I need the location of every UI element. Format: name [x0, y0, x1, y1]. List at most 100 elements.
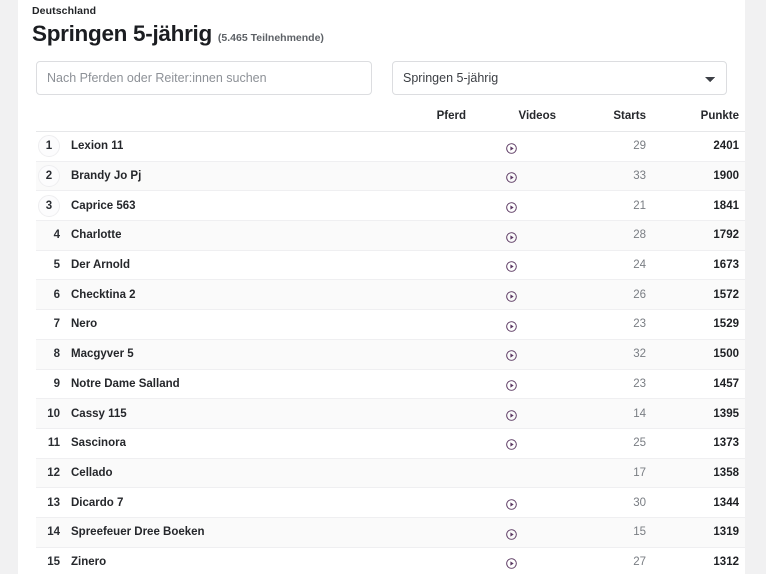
- rank-badge: 13: [36, 492, 62, 514]
- table-header-row: Pferd Videos Starts Punkte: [36, 110, 745, 132]
- horse-name[interactable]: Nero: [71, 318, 97, 330]
- cell-starts: 15: [556, 517, 654, 547]
- horse-cell-content: 9 Notre Dame Salland: [36, 373, 466, 395]
- horse-cell-content: 10 Cassy 115: [36, 403, 466, 425]
- cell-starts: 23: [556, 369, 654, 399]
- cell-starts: 27: [556, 547, 654, 574]
- play-circle-icon[interactable]: [506, 141, 517, 152]
- cell-starts: 30: [556, 488, 654, 518]
- horse-cell-content: 3Caprice 563: [36, 195, 466, 217]
- horse-cell-content: 8 Macgyver 5: [36, 343, 466, 365]
- discipline-select[interactable]: Springen 5-jährig: [392, 61, 727, 95]
- search-input[interactable]: [36, 61, 372, 95]
- horse-name[interactable]: Brandy Jo Pj: [71, 170, 141, 182]
- cell-video: [466, 369, 556, 399]
- cell-video: [466, 517, 556, 547]
- horse-name[interactable]: Macgyver 5: [71, 348, 134, 360]
- table-row[interactable]: 4Charlotte281792: [36, 221, 745, 251]
- column-header-starts[interactable]: Starts: [556, 110, 654, 132]
- cell-punkte: 1529: [654, 310, 745, 340]
- table-row[interactable]: 3Caprice 563211841: [36, 191, 745, 221]
- horse-name[interactable]: Cassy 115: [71, 408, 127, 420]
- table-body: 1Lexion 112924012Brandy Jo Pj3319003Capr…: [36, 132, 745, 574]
- cell-horse: 7Nero: [36, 310, 466, 340]
- cell-punkte: 1792: [654, 221, 745, 251]
- play-circle-icon[interactable]: [506, 527, 517, 538]
- cell-video: [466, 132, 556, 162]
- cell-horse: 5Der Arnold: [36, 250, 466, 280]
- horse-name[interactable]: Der Arnold: [71, 259, 130, 271]
- table-row[interactable]: 9Notre Dame Salland231457: [36, 369, 745, 399]
- ranking-table-area: Pferd Videos Starts Punkte 1Lexion 11292…: [18, 110, 745, 574]
- rank-badge: 9: [36, 373, 62, 395]
- horse-name[interactable]: Notre Dame Salland: [71, 378, 180, 390]
- play-circle-icon[interactable]: [506, 348, 517, 359]
- cell-starts: 24: [556, 250, 654, 280]
- content-card: Deutschland Springen 5-jährig (5.465 Tei…: [18, 0, 745, 574]
- table-row[interactable]: 2Brandy Jo Pj331900: [36, 161, 745, 191]
- horse-name[interactable]: Zinero: [71, 556, 106, 568]
- cell-starts: 17: [556, 458, 654, 488]
- column-header-pferd[interactable]: Pferd: [36, 110, 466, 132]
- horse-name[interactable]: Dicardo 7: [71, 497, 123, 509]
- play-circle-icon[interactable]: [506, 556, 517, 567]
- play-circle-icon[interactable]: [506, 230, 517, 241]
- table-row[interactable]: 1Lexion 11292401: [36, 132, 745, 162]
- cell-starts: 32: [556, 339, 654, 369]
- table-head: Pferd Videos Starts Punkte: [36, 110, 745, 132]
- horse-name[interactable]: Lexion 11: [71, 140, 123, 152]
- horse-cell-content: 5Der Arnold: [36, 254, 466, 276]
- cell-horse: 9 Notre Dame Salland: [36, 369, 466, 399]
- horse-cell-content: 13 Dicardo 7: [36, 492, 466, 514]
- play-circle-icon[interactable]: [506, 319, 517, 330]
- cell-horse: 1Lexion 11: [36, 132, 466, 162]
- column-header-videos[interactable]: Videos: [466, 110, 556, 132]
- table-row[interactable]: 14Spreefeuer Dree Boeken151319: [36, 517, 745, 547]
- discipline-select-wrapper: Springen 5-jährig: [392, 61, 727, 95]
- cell-horse: 2Brandy Jo Pj: [36, 161, 466, 191]
- controls-bar: Springen 5-jährig: [18, 47, 745, 95]
- play-circle-icon[interactable]: [506, 437, 517, 448]
- horse-name[interactable]: Caprice 563: [71, 200, 136, 212]
- ranking-table: Pferd Videos Starts Punkte 1Lexion 11292…: [36, 110, 745, 574]
- cell-starts: 25: [556, 428, 654, 458]
- rank-badge: 10: [36, 403, 62, 425]
- play-circle-icon[interactable]: [506, 378, 517, 389]
- play-circle-icon[interactable]: [506, 289, 517, 300]
- table-row[interactable]: 13 Dicardo 7 301344: [36, 488, 745, 518]
- play-circle-icon[interactable]: [506, 497, 517, 508]
- rank-badge: 8: [36, 343, 62, 365]
- cell-punkte: 1344: [654, 488, 745, 518]
- table-row[interactable]: 7Nero 231529: [36, 310, 745, 340]
- rank-badge: 14: [36, 521, 62, 543]
- cell-punkte: 1673: [654, 250, 745, 280]
- table-row[interactable]: 6Checktina 2261572: [36, 280, 745, 310]
- play-circle-icon[interactable]: [506, 408, 517, 419]
- table-row[interactable]: 11Sascinora251373: [36, 428, 745, 458]
- horse-name[interactable]: Spreefeuer Dree Boeken: [71, 526, 205, 538]
- page-header: Deutschland Springen 5-jährig (5.465 Tei…: [18, 0, 745, 47]
- horse-name[interactable]: Cellado: [71, 467, 113, 479]
- horse-name[interactable]: Charlotte: [71, 229, 121, 241]
- table-row[interactable]: 15Zinero271312: [36, 547, 745, 574]
- table-row[interactable]: 12Cellado171358: [36, 458, 745, 488]
- cell-video: [466, 488, 556, 518]
- play-circle-icon[interactable]: [506, 170, 517, 181]
- cell-punkte: 1900: [654, 161, 745, 191]
- play-circle-icon[interactable]: [506, 200, 517, 211]
- table-row[interactable]: 5Der Arnold 241673: [36, 250, 745, 280]
- cell-starts: 23: [556, 310, 654, 340]
- cell-horse: 15Zinero: [36, 547, 466, 574]
- cell-horse: 10 Cassy 115: [36, 399, 466, 429]
- play-circle-icon[interactable]: [506, 259, 517, 270]
- rank-badge: 11: [36, 432, 62, 454]
- cell-video: [466, 547, 556, 574]
- cell-video: [466, 310, 556, 340]
- table-row[interactable]: 8Macgyver 5321500: [36, 339, 745, 369]
- horse-name[interactable]: Sascinora: [71, 437, 126, 449]
- column-header-punkte[interactable]: Punkte: [654, 110, 745, 132]
- horse-name[interactable]: Checktina 2: [71, 289, 136, 301]
- cell-video: [466, 280, 556, 310]
- horse-cell-content: 14 Spreefeuer Dree Boeken: [36, 521, 466, 543]
- table-row[interactable]: 10Cassy 115141395: [36, 399, 745, 429]
